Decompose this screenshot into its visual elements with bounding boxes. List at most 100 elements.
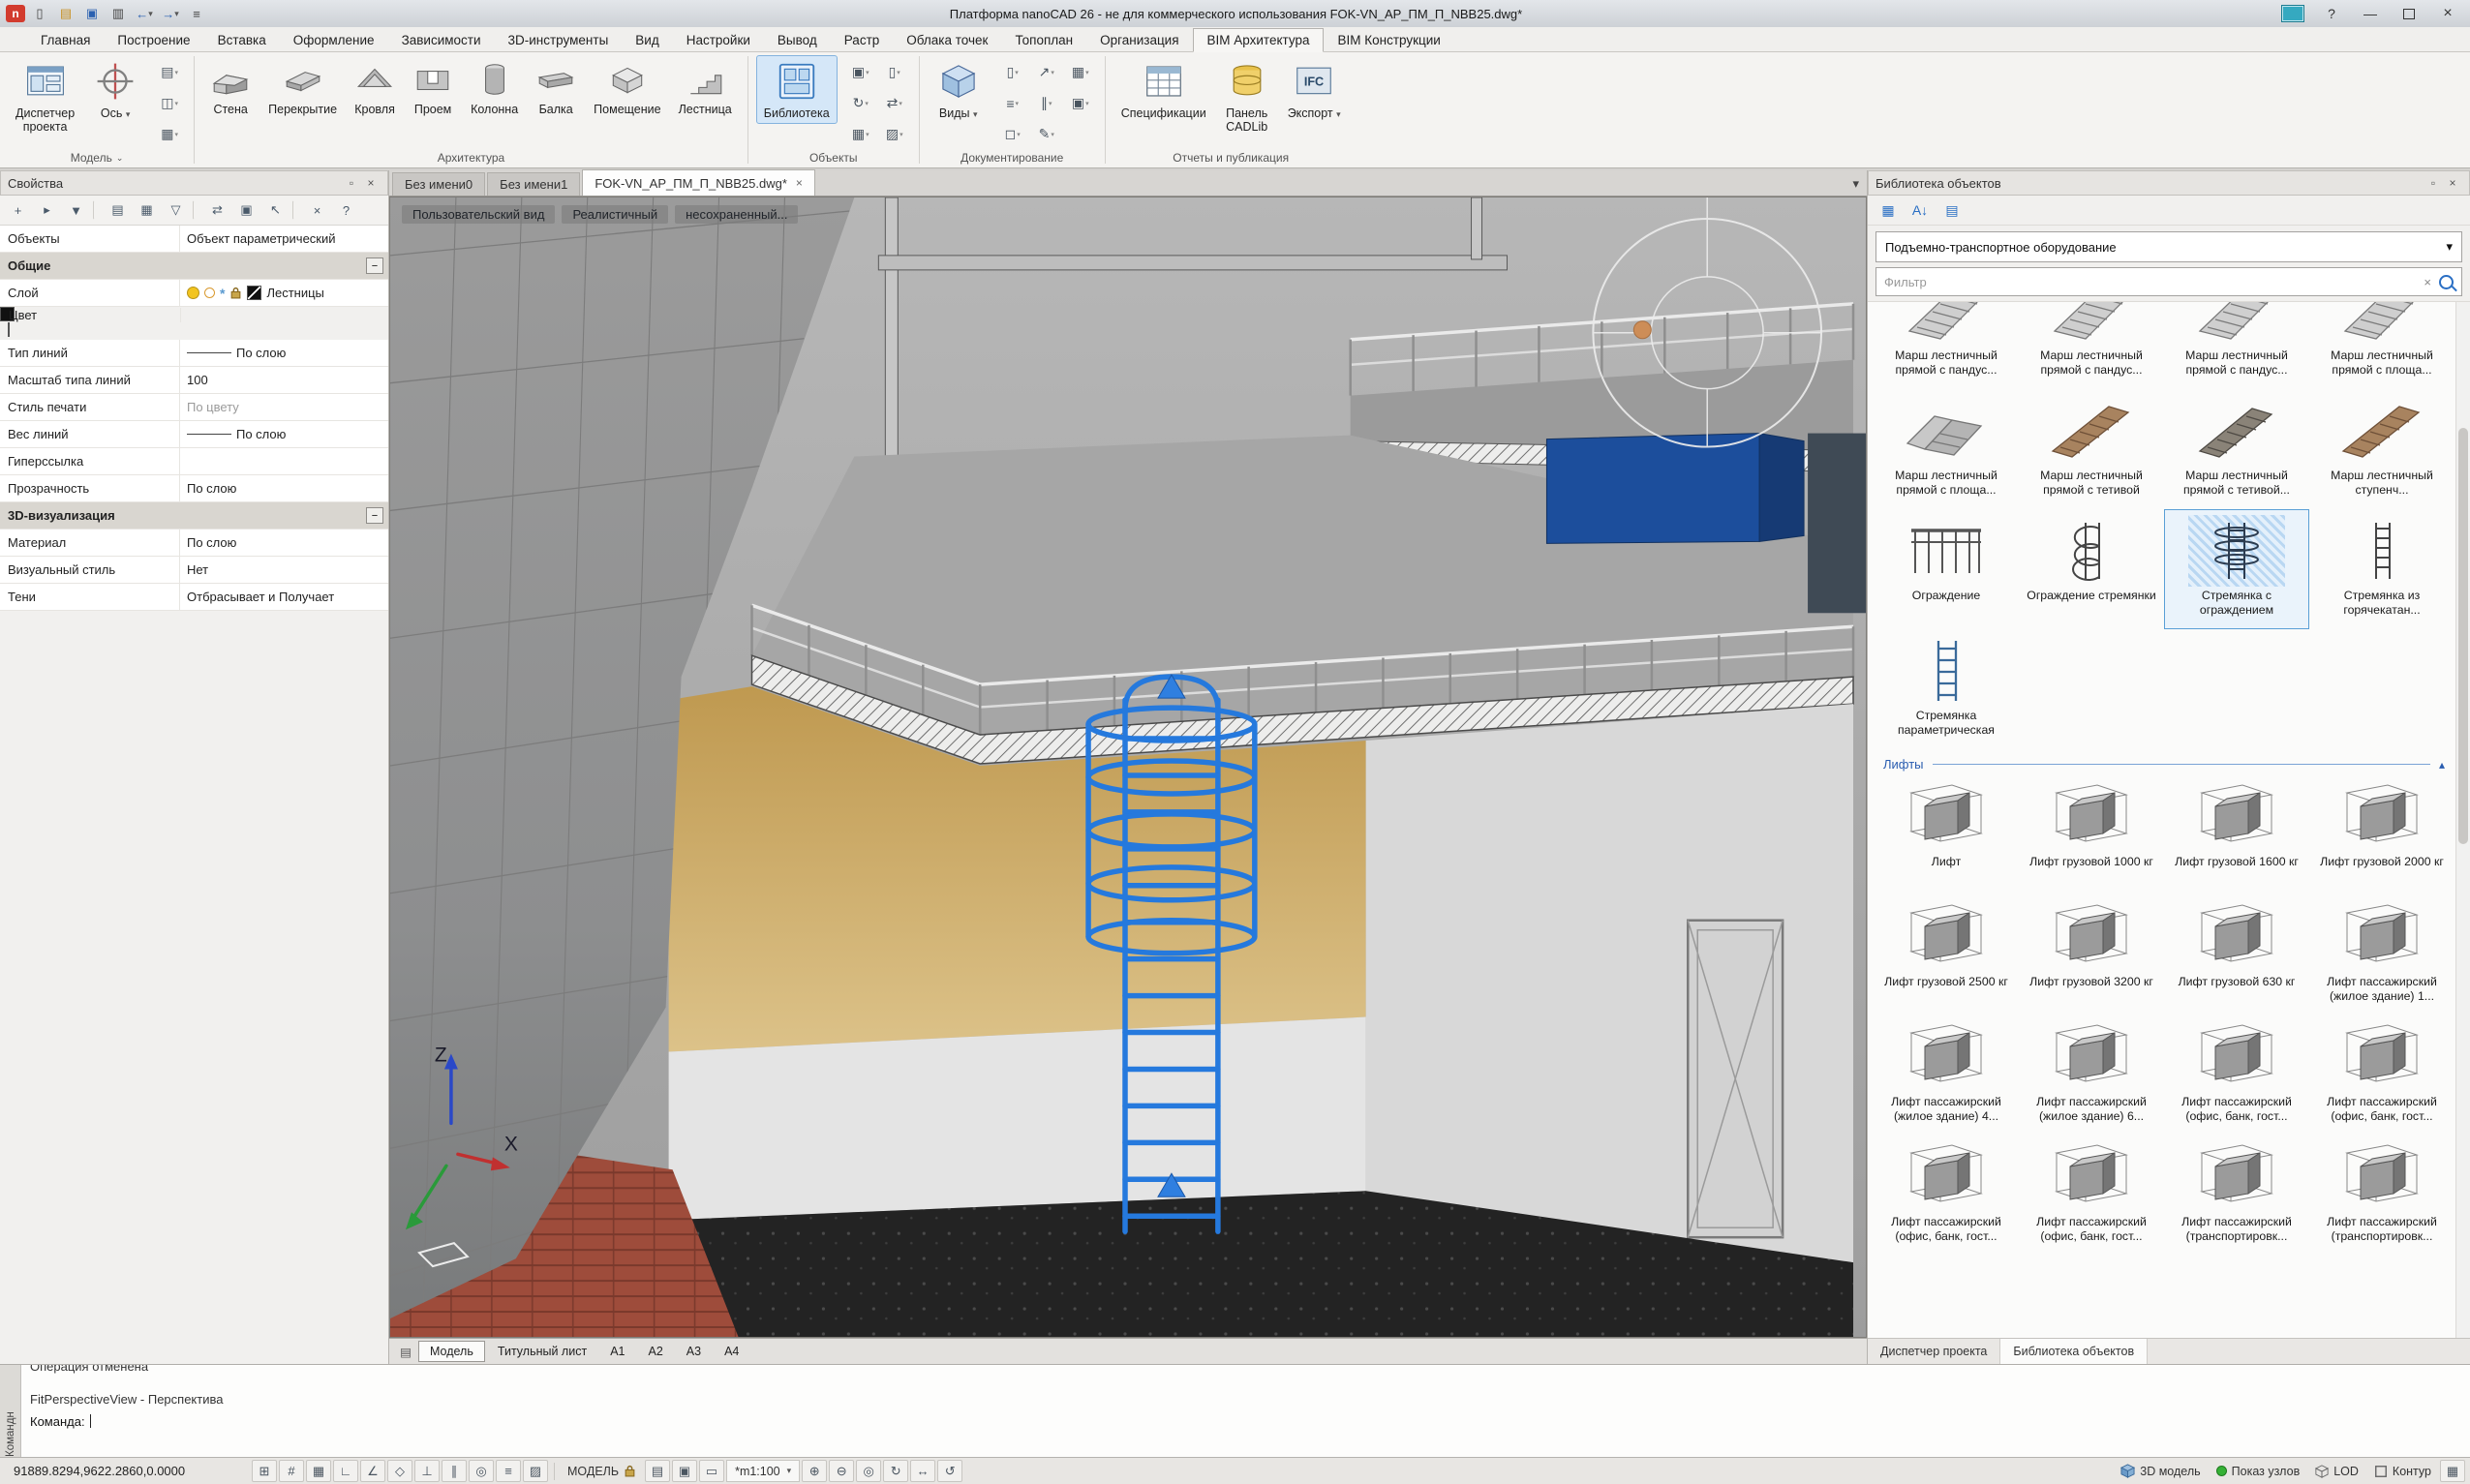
doc-stamp-icon[interactable]: ▣ [1064,88,1097,118]
status-zoom-extents[interactable]: ◎ [856,1460,881,1482]
library-item[interactable]: Лифт пассажирский (транспортировк... [2309,1136,2455,1256]
library-item[interactable]: Лифт пассажирский (офис, банк, гост... [2164,1015,2309,1136]
panel-close-icon[interactable]: × [361,174,381,192]
ribbon-tool-Диспетчер-проекта[interactable]: Диспетчерпроекта [8,55,82,138]
viewport-control-Реалистичный[interactable]: Реалистичный [562,205,668,224]
library-item[interactable]: Лифт пассажирский (жилое здание) 1... [2309,895,2455,1015]
filter-icon[interactable]: ▽ [162,197,190,223]
ribbon-tab-Вид[interactable]: Вид [622,29,672,51]
layout-tab-А4[interactable]: А4 [714,1342,749,1361]
door[interactable] [1688,921,1783,1237]
panel-pin-icon[interactable]: ▫ [342,174,361,192]
doc-note-icon[interactable]: ≡ [996,88,1029,118]
object-insert-icon[interactable]: ▣ [844,57,877,87]
ribbon-tool-Лестница[interactable]: Лестница [671,55,740,120]
status-toggle-hatch[interactable]: ▨ [523,1460,548,1482]
ribbon-tool-Кровля[interactable]: Кровля [347,55,403,120]
library-item[interactable]: Лифт пассажирский (жилое здание) 6... [2019,1015,2164,1136]
doc-arrow-icon[interactable]: ↗ [1030,57,1063,87]
ribbon-tab-Настройки[interactable]: Настройки [673,29,764,51]
scrollbar-thumb[interactable] [2458,428,2468,844]
viewport-control-несохраненный...[interactable]: несохраненный... [675,205,798,224]
status-prev-view[interactable]: ↺ [937,1460,962,1482]
help-icon[interactable]: ? [2313,2,2350,25]
status-layouts[interactable]: ▤ [645,1460,670,1482]
collapse-icon[interactable]: − [366,257,383,274]
viewport-3d[interactable]: Z X Поль [389,197,1867,1338]
property-value[interactable]: Нет [180,557,388,583]
close-icon[interactable]: × [2429,2,2466,25]
panel-corner-icon[interactable]: ▦ [2440,1460,2465,1482]
category-view-icon[interactable]: ▦ [133,197,161,223]
status-toggle-osnap[interactable]: ◇ [387,1460,412,1482]
ribbon-tool-Виды[interactable]: Виды ▾ [928,55,990,124]
library-item[interactable]: Марш лестничный прямой с тетивой... [2164,389,2309,509]
ribbon-tool-Помещение[interactable]: Помещение [586,55,668,120]
library-item[interactable]: Стремянка из горячекатан... [2309,509,2455,629]
library-item[interactable]: Стремянка параметрическая [1874,629,2019,749]
status-viewport-lock[interactable]: ▣ [672,1460,697,1482]
status-cube-3d[interactable]: 3D модель [2114,1464,2207,1478]
property-value[interactable]: По слою [180,530,388,556]
ribbon-tool-Экспорт[interactable]: IFCЭкспорт ▾ [1280,55,1349,124]
scale-selector[interactable]: *m1:100▾ [726,1460,800,1482]
property-value[interactable]: По слою [1,322,15,337]
layout-tab-А2[interactable]: А2 [637,1342,673,1361]
model-space-indicator[interactable]: МОДЕЛЬ [561,1465,643,1478]
collapse-section-icon[interactable]: ▴ [2439,758,2445,772]
library-item[interactable]: Марш лестничный прямой с площа... [2309,301,2455,389]
panel-tab-Библиотека объектов[interactable]: Библиотека объектов [2000,1339,2148,1364]
ribbon-tab-3D-инструменты[interactable]: 3D-инструменты [495,29,623,51]
status-toggle-ptrack[interactable]: ∥ [442,1460,467,1482]
status-toggle-polar[interactable]: ∠ [360,1460,385,1482]
doc-callout-icon[interactable]: ◻ [996,119,1029,149]
undo-icon[interactable]: ←▾ [133,3,156,24]
maximize-icon[interactable] [2391,2,2427,25]
property-value[interactable]: *Лестницы [180,280,388,306]
list-view-icon[interactable]: ▤ [104,197,132,223]
save-file-icon[interactable]: ▣ [80,3,104,24]
ribbon-tab-BIM Архитектура[interactable]: BIM Архитектура [1193,28,1325,52]
document-tab-Без имени0[interactable]: Без имени0 [392,172,485,196]
status-contour[interactable]: Контур [2367,1465,2438,1478]
layer-on-icon[interactable] [187,287,199,299]
library-item[interactable]: Лифт грузовой 1600 кг [2164,775,2309,895]
property-row-Гиперссылка[interactable]: Гиперссылка [0,448,388,475]
property-row-Материал[interactable]: МатериалПо слою [0,530,388,557]
property-value[interactable]: Объект параметрический [180,226,388,252]
property-row-Слой[interactable]: Слой*Лестницы [0,280,388,307]
library-item[interactable]: Марш лестничный прямой с тетивой [2019,389,2164,509]
minimize-icon[interactable]: — [2352,2,2389,25]
status-toggle-ortho[interactable]: ∟ [333,1460,358,1482]
library-item[interactable]: Лифт грузовой 2500 кг [1874,895,2019,1015]
command-side-tab[interactable]: Командн [0,1365,21,1457]
library-item[interactable]: Марш лестничный прямой с пандус... [2019,301,2164,389]
ribbon-tab-Оформление[interactable]: Оформление [280,29,388,51]
property-row-Прозрачность[interactable]: ПрозрачностьПо слою [0,475,388,502]
ribbon-tool-Стена[interactable]: Стена [202,55,259,120]
property-value[interactable]: Отбрасывает и Получает [180,584,388,610]
list-icon[interactable]: ▤ [1937,197,1967,223]
redo-icon[interactable]: →▾ [159,3,182,24]
quick-select-icon[interactable]: ▼ [62,197,90,223]
interface-settings-icon[interactable]: ≡ [185,3,208,24]
property-value[interactable]: По слою [180,421,388,447]
filter-input[interactable]: Фильтр [1884,275,2416,289]
model-box-icon[interactable]: ▦ [153,119,186,149]
license-table-icon[interactable] [2274,2,2311,25]
object-grid-icon[interactable]: ▦ [844,119,877,149]
thumbs-icon[interactable]: ▦ [1874,197,1903,223]
new-file-icon[interactable]: ▯ [28,3,51,24]
status-orbit[interactable]: ↻ [883,1460,908,1482]
command-prompt[interactable]: Команда: [30,1409,2461,1433]
ribbon-tool-Колонна[interactable]: Колонна [463,55,526,120]
library-section-lifts[interactable]: Лифты▴ [1874,749,2455,775]
ribbon-tool-Спецификации[interactable]: Спецификации [1113,55,1214,124]
property-row-Тени[interactable]: ТениОтбрасывает и Получает [0,584,388,611]
panel-close-icon[interactable]: × [2443,174,2462,192]
property-row-Тип линий[interactable]: Тип линийПо слою [0,340,388,367]
ribbon-tab-Зависимости[interactable]: Зависимости [388,29,495,51]
ribbon-tab-Вставка[interactable]: Вставка [204,29,280,51]
library-item[interactable]: Лифт грузовой 1000 кг [2019,775,2164,895]
match-properties-icon[interactable]: ⇄ [203,197,231,223]
